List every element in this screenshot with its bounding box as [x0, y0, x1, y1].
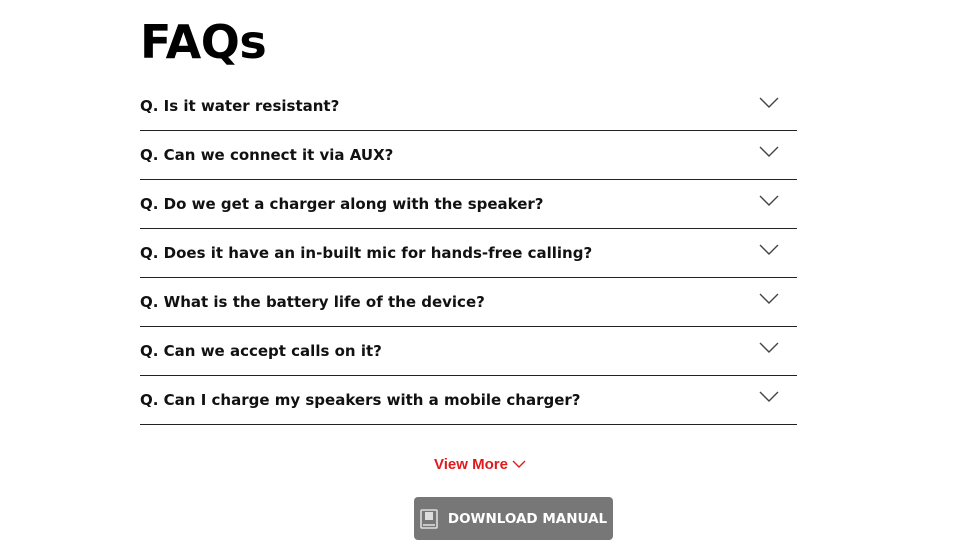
- chevron-down-icon: [759, 293, 779, 305]
- faq-item-water-resistant[interactable]: Q. Is it water resistant?: [140, 82, 797, 131]
- view-more-link[interactable]: View More: [434, 456, 526, 473]
- faq-question: Q. Is it water resistant?: [140, 97, 340, 115]
- faq-item-mic[interactable]: Q. Does it have an in-built mic for hand…: [140, 229, 797, 278]
- page-title: FAQs: [140, 15, 267, 69]
- faq-item-mobile-charger[interactable]: Q. Can I charge my speakers with a mobil…: [140, 376, 797, 425]
- faq-item-aux[interactable]: Q. Can we connect it via AUX?: [140, 131, 797, 180]
- chevron-down-icon: [759, 244, 779, 256]
- faq-list: Q. Is it water resistant? Q. Can we conn…: [140, 82, 797, 425]
- download-manual-label: DOWNLOAD MANUAL: [447, 510, 608, 527]
- chevron-down-icon: [759, 146, 779, 158]
- chevron-down-icon: [512, 456, 526, 473]
- faq-item-battery-life[interactable]: Q. What is the battery life of the devic…: [140, 278, 797, 327]
- faq-question: Q. Do we get a charger along with the sp…: [140, 195, 544, 213]
- book-icon: [420, 508, 438, 529]
- chevron-down-icon: [759, 391, 779, 403]
- view-more-container: View More: [0, 456, 960, 474]
- chevron-down-icon: [759, 97, 779, 109]
- chevron-down-icon: [759, 342, 779, 354]
- faq-item-accept-calls[interactable]: Q. Can we accept calls on it?: [140, 327, 797, 376]
- download-manual-button[interactable]: DOWNLOAD MANUAL: [414, 497, 613, 540]
- view-more-label: View More: [434, 456, 508, 473]
- faq-item-charger[interactable]: Q. Do we get a charger along with the sp…: [140, 180, 797, 229]
- faq-page: FAQs Q. Is it water resistant? Q. Can we…: [0, 0, 960, 556]
- faq-question: Q. Can we connect it via AUX?: [140, 146, 394, 164]
- faq-question: Q. Can we accept calls on it?: [140, 342, 382, 360]
- chevron-down-icon: [759, 195, 779, 207]
- faq-question: Q. What is the battery life of the devic…: [140, 293, 485, 311]
- faq-question: Q. Does it have an in-built mic for hand…: [140, 244, 593, 262]
- faq-question: Q. Can I charge my speakers with a mobil…: [140, 391, 581, 409]
